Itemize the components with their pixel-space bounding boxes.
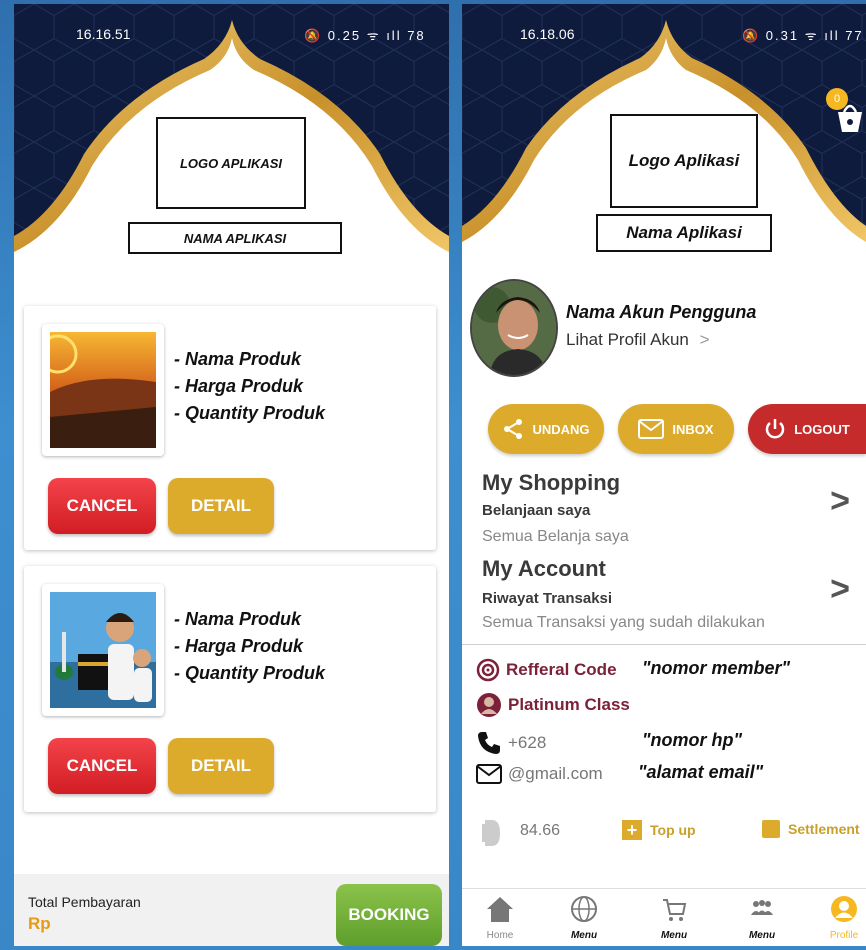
power-icon (765, 419, 785, 439)
product-card: - Nama Produk - Harga Produk - Quantity … (24, 306, 436, 550)
app-name-placeholder: Nama Aplikasi (596, 214, 772, 252)
product-name: - Nama Produk (174, 349, 302, 369)
group-icon (751, 900, 773, 915)
home-icon (487, 897, 513, 922)
status-bar: 16.16.51 🔕 0.25 ᯤ ıll 78 (14, 26, 449, 50)
nav-menu-2[interactable]: Menu (644, 895, 704, 941)
nav-profile[interactable]: Profile (814, 895, 866, 941)
invite-label: UNDANG (532, 421, 590, 437)
product-price: - Harga Produk (174, 636, 304, 656)
logo-placeholder: LOGO APLIKASI (156, 117, 306, 209)
referral-label: Refferal Code (506, 660, 617, 679)
nav-menu-label: Menu (748, 930, 776, 941)
balance-amount: 84.66 (520, 822, 561, 839)
class-label: Platinum Class (508, 695, 630, 714)
view-profile-link[interactable]: Lihat Profil Akun > (566, 330, 710, 350)
booking-button[interactable]: BOOKING (336, 884, 442, 946)
referral-value: "nomor member" (642, 658, 791, 678)
bottom-nav: Home Menu Menu Menu Profile (462, 888, 866, 946)
nav-menu-label: Menu (570, 930, 598, 941)
logout-label: LOGOUT (794, 421, 850, 437)
phone-icon (478, 732, 500, 754)
my-account-desc: Semua Transaksi yang sudah dilakukan (482, 614, 765, 631)
payment-footer: Total Pembayaran Rp BOOKING (14, 874, 449, 946)
settlement-button[interactable]: Settlement (762, 820, 860, 838)
status-icons: 🔕 0.31 ᯤ ıll 77 (742, 28, 864, 43)
logo-placeholder: Logo Aplikasi (610, 114, 758, 208)
nav-menu-1[interactable]: Menu (554, 895, 614, 941)
my-account-title: My Account (482, 556, 606, 581)
product-image (42, 324, 164, 456)
phone-number: +628 (508, 733, 547, 752)
cart-screen: 16.16.51 🔕 0.25 ᯤ ıll 78 LOGO APLIKASI N… (14, 4, 449, 946)
share-icon (504, 419, 523, 439)
cancel-button[interactable]: CANCEL (48, 738, 156, 794)
topup-label: Top up (650, 822, 696, 838)
settlement-label: Settlement (788, 821, 860, 837)
chevron-right-icon: > (830, 482, 850, 520)
status-bar: 16.18.06 🔕 0.31 ᯤ ıll 77 (462, 26, 866, 50)
status-time: 16.16.51 (76, 26, 131, 42)
mail-icon (476, 764, 502, 784)
referral-icon (476, 658, 500, 682)
email-address: @gmail.com (508, 764, 603, 783)
nav-home-label: Home (486, 930, 514, 941)
phone-value: "nomor hp" (642, 730, 743, 750)
divider (462, 644, 866, 645)
product-image (42, 584, 164, 716)
product-card: - Nama Produk - Harga Produk - Quantity … (24, 566, 436, 812)
logout-button[interactable]: LOGOUT (748, 404, 866, 454)
inbox-button[interactable]: INBOX (618, 404, 734, 454)
status-icons: 🔕 0.25 ᯤ ıll 78 (304, 28, 426, 43)
email-row: @gmail.com (476, 764, 603, 784)
total-amount: Rp (28, 914, 51, 933)
topup-button[interactable]: + Top up (622, 820, 696, 840)
profile-screen: 16.18.06 🔕 0.31 ᯤ ıll 77 0 Logo Aplikasi… (462, 4, 866, 946)
email-value: "alamat email" (638, 762, 764, 782)
chevron-right-icon: > (699, 330, 710, 349)
view-profile-label: Lihat Profil Akun (566, 330, 689, 349)
product-quantity: - Quantity Produk (174, 663, 326, 683)
app-name-placeholder: NAMA APLIKASI (128, 222, 342, 254)
mail-icon (638, 419, 665, 439)
inbox-label: INBOX (672, 421, 714, 437)
avatar[interactable] (470, 279, 558, 377)
my-account-subtitle: Riwayat Transaksi (482, 590, 613, 607)
profile-icon (831, 896, 857, 922)
class-row: Platinum Class (476, 692, 630, 718)
cancel-button[interactable]: CANCEL (48, 478, 156, 534)
status-time: 16.18.06 (520, 26, 575, 42)
wallet-icon (762, 820, 780, 838)
my-shopping-desc: Semua Belanja saya (482, 528, 629, 545)
product-price: - Harga Produk (174, 376, 304, 396)
my-shopping-title: My Shopping (482, 470, 621, 495)
person-icon (477, 693, 501, 717)
product-name: - Nama Produk (174, 609, 302, 629)
product-info: - Nama Produk - Harga Produk - Quantity … (174, 606, 325, 687)
referral-row: Refferal Code (476, 658, 617, 682)
product-quantity: - Quantity Produk (174, 403, 326, 423)
detail-button[interactable]: DETAIL (168, 478, 274, 534)
nav-home[interactable]: Home (470, 895, 530, 941)
nav-menu-3[interactable]: Menu (732, 895, 792, 941)
plus-icon: + (622, 820, 642, 840)
nav-menu-label: Menu (660, 930, 688, 941)
invite-button[interactable]: UNDANG (488, 404, 604, 454)
chevron-right-icon: > (830, 570, 850, 608)
user-name: Nama Akun Pengguna (566, 302, 757, 322)
total-label: Total Pembayaran (28, 894, 141, 910)
phone-row: +628 (476, 730, 546, 756)
product-info: - Nama Produk - Harga Produk - Quantity … (174, 346, 325, 427)
my-shopping-subtitle: Belanjaan saya (482, 502, 591, 519)
coin-icon (482, 818, 502, 848)
globe-icon (571, 896, 597, 922)
cart-icon (663, 899, 687, 921)
detail-button[interactable]: DETAIL (168, 738, 274, 794)
nav-profile-label: Profile (829, 930, 859, 941)
cart-count-badge: 0 (826, 88, 848, 110)
